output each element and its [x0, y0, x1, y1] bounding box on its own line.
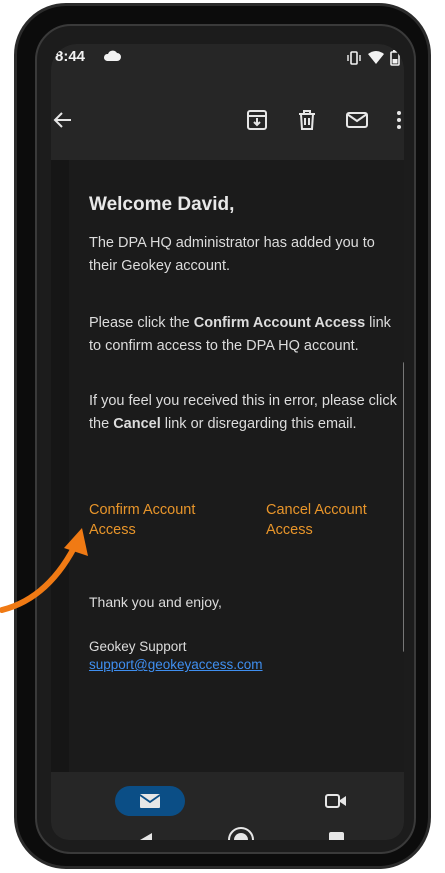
cancel-account-access-link[interactable]: Cancel Account Access — [266, 500, 396, 540]
video-icon[interactable] — [325, 792, 347, 810]
status-bar: 8:44 — [51, 44, 404, 78]
back-arrow-icon[interactable] — [51, 108, 75, 132]
signature-name: Geokey Support — [89, 639, 187, 654]
annotation-arrow — [0, 528, 88, 613]
scrollbar[interactable] — [403, 362, 404, 652]
email-paragraph-1: The DPA HQ administrator has added you t… — [89, 235, 375, 274]
phone-bezel: 8:44 Welcome David, The DPA HQ administr… — [35, 24, 416, 854]
vibrate-icon — [347, 51, 361, 65]
mail-icon — [139, 794, 161, 808]
back-icon[interactable] — [139, 832, 153, 840]
mail-icon[interactable] — [345, 108, 369, 132]
email-signature: Geokey Support support@geokeyaccess.com — [89, 638, 263, 674]
bottom-nav — [51, 772, 404, 840]
delete-icon[interactable] — [295, 108, 319, 132]
recents-icon[interactable] — [329, 832, 344, 840]
email-content: Welcome David, The DPA HQ administrator … — [51, 160, 404, 772]
more-vert-icon[interactable] — [387, 108, 404, 132]
email-greeting: Welcome David, — [89, 194, 235, 215]
app-bar — [51, 78, 404, 160]
mail-tab[interactable] — [115, 786, 185, 816]
support-email-link[interactable]: support@geokeyaccess.com — [89, 656, 263, 674]
email-body: Welcome David, The DPA HQ administrator … — [69, 160, 404, 772]
phone-frame: 8:44 Welcome David, The DPA HQ administr… — [14, 3, 431, 869]
home-icon[interactable] — [227, 826, 255, 840]
email-paragraph-2: Please click the Confirm Account Access … — [89, 315, 391, 354]
archive-icon[interactable] — [245, 108, 269, 132]
cloud-icon — [103, 50, 121, 61]
battery-icon — [390, 50, 400, 66]
status-time: 8:44 — [55, 48, 86, 65]
wifi-icon — [368, 51, 384, 64]
email-paragraph-3: If you feel you received this in error, … — [89, 393, 397, 432]
screen: 8:44 Welcome David, The DPA HQ administr… — [51, 44, 404, 840]
